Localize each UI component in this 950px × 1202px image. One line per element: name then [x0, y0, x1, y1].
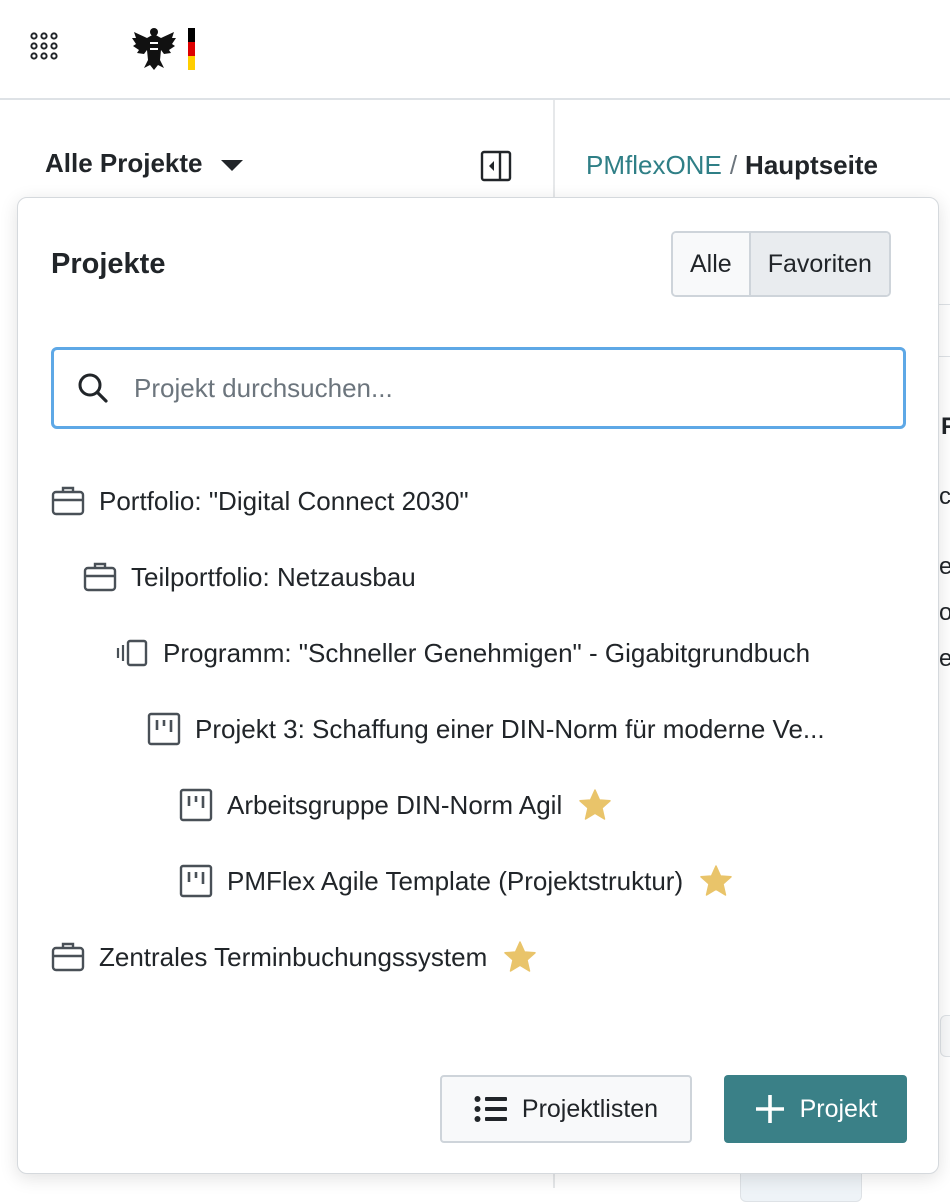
- tree-item-project[interactable]: Arbeitsgruppe DIN-Norm Agil: [179, 785, 612, 825]
- bg-text-fragment: F: [941, 413, 950, 440]
- briefcase-icon: [83, 562, 117, 592]
- favorite-star-icon[interactable]: [503, 940, 537, 974]
- tree-item-label: Programm: "Schneller Genehmigen" - Gigab…: [163, 637, 811, 668]
- kanban-board-icon: [147, 712, 181, 746]
- tree-item-label: PMFlex Agile Template (Projektstruktur): [227, 865, 684, 896]
- tree-item-program[interactable]: Programm: "Schneller Genehmigen" - Gigab…: [115, 633, 810, 673]
- kanban-board-icon: [179, 864, 213, 898]
- list-icon: [474, 1096, 507, 1122]
- project-scope-dropdown[interactable]: Alle Projekte: [45, 148, 243, 179]
- breadcrumb-root-link[interactable]: PMflexONE: [586, 150, 722, 180]
- project-lists-button[interactable]: Projektlisten: [440, 1075, 692, 1143]
- top-bar: [0, 0, 950, 100]
- tree-item-label: Arbeitsgruppe DIN-Norm Agil: [227, 789, 563, 820]
- filter-option-favorites[interactable]: Favoriten: [748, 233, 889, 295]
- tree-item-portfolio[interactable]: Portfolio: "Digital Connect 2030": [51, 481, 469, 521]
- federal-eagle-logo: [132, 28, 195, 70]
- filter-toggle-group: Alle Favoriten: [671, 231, 891, 297]
- tree-item-label: Zentrales Terminbuchungssystem: [99, 941, 488, 972]
- tree-item-label: Portfolio: "Digital Connect 2030": [99, 485, 469, 516]
- bg-text-fragment: eg: [939, 553, 950, 580]
- new-project-button[interactable]: Projekt: [724, 1075, 907, 1143]
- apps-grid-icon[interactable]: [30, 32, 58, 60]
- search-box: [51, 347, 906, 429]
- breadcrumb-current: Hauptseite: [745, 150, 878, 180]
- filter-option-all[interactable]: Alle: [673, 233, 749, 295]
- plus-icon: [755, 1095, 784, 1123]
- bg-card: [940, 1015, 950, 1057]
- bg-text-fragment: o: [939, 599, 950, 626]
- tree-item-label: Teilportfolio: Netzausbau: [131, 561, 416, 592]
- caret-down-icon: [220, 159, 243, 171]
- kanban-board-icon: [179, 788, 213, 822]
- project-scope-label: Alle Projekte: [45, 148, 203, 178]
- bg-text-fragment: e: [939, 645, 950, 672]
- dropdown-title: Projekte: [51, 248, 166, 280]
- tree-item-portfolio[interactable]: Zentrales Terminbuchungssystem: [51, 937, 537, 977]
- breadcrumb-separator: /: [729, 150, 738, 180]
- bg-divider: [939, 304, 950, 305]
- tree-item-subportfolio[interactable]: Teilportfolio: Netzausbau: [83, 557, 416, 597]
- tree-item-label: Projekt 3: Schaffung einer DIN-Norm für …: [195, 713, 825, 744]
- project-lists-label: Projektlisten: [521, 1094, 659, 1123]
- tree-item-project[interactable]: PMFlex Agile Template (Projektstruktur): [179, 861, 733, 901]
- favorite-star-icon[interactable]: [578, 788, 612, 822]
- breadcrumb: PMflexONE / Hauptseite: [586, 150, 878, 181]
- tree-item-project[interactable]: Projekt 3: Schaffung einer DIN-Norm für …: [147, 709, 825, 749]
- new-project-label: Projekt: [799, 1094, 878, 1123]
- search-icon: [78, 373, 108, 403]
- program-stack-icon: [116, 639, 148, 667]
- briefcase-icon: [51, 486, 85, 516]
- favorite-star-icon[interactable]: [699, 864, 733, 898]
- project-picker-dropdown: Projekte Alle Favoriten Portfolio: "Digi…: [17, 197, 939, 1174]
- project-search-input[interactable]: [132, 371, 876, 405]
- bg-text-fragment: cl: [939, 483, 950, 510]
- bg-divider: [939, 356, 950, 357]
- briefcase-icon: [51, 942, 85, 972]
- sidebar-collapse-icon[interactable]: [480, 150, 512, 182]
